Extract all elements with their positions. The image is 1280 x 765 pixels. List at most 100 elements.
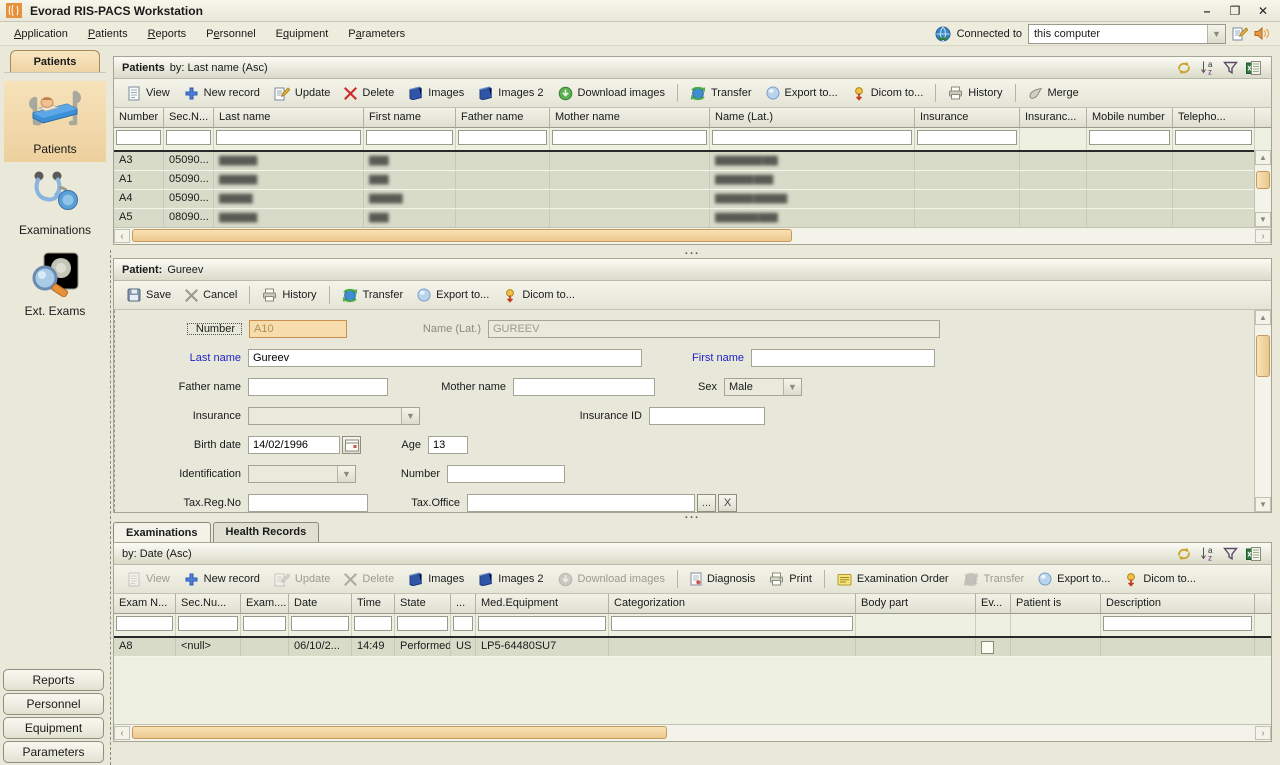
scroll-thumb[interactable]: [132, 229, 792, 242]
filter-input-exam-n[interactable]: [116, 616, 173, 631]
column-header-telepho[interactable]: Telepho...: [1173, 108, 1255, 128]
sidebar-button-reports[interactable]: Reports: [3, 669, 104, 691]
table-row[interactable]: A405090...██████████████████████ ███████: [114, 190, 1271, 209]
insurance-select[interactable]: ▼: [248, 407, 420, 425]
delete-button[interactable]: Delete: [337, 84, 401, 103]
chevron-down-icon[interactable]: ▼: [337, 466, 355, 482]
audio-icon[interactable]: [1254, 27, 1270, 40]
edit-connection-icon[interactable]: [1232, 26, 1248, 41]
chevron-down-icon[interactable]: ▼: [783, 379, 801, 395]
merge-button[interactable]: Merge: [1021, 84, 1086, 102]
filter-input-description[interactable]: [1103, 616, 1252, 631]
tab-examinations[interactable]: Examinations: [113, 522, 211, 543]
birth-date-field[interactable]: [248, 436, 340, 454]
filter-input-sec-nu[interactable]: [178, 616, 238, 631]
new-record-button[interactable]: New record: [177, 569, 267, 590]
filter-input-sec-n[interactable]: [166, 130, 211, 145]
tab-health-records[interactable]: Health Records: [213, 522, 320, 542]
filter-input-telepho[interactable]: [1175, 130, 1252, 145]
row-checkbox[interactable]: [981, 641, 994, 654]
update-button[interactable]: Update: [267, 83, 337, 104]
minimize-button[interactable]: –: [1200, 4, 1214, 18]
sex-select[interactable]: Male ▼: [724, 378, 802, 396]
column-header-exam-n[interactable]: Exam N...: [114, 594, 176, 614]
excel-icon[interactable]: [1246, 547, 1261, 561]
sidebar-tab-patients[interactable]: Patients: [10, 50, 100, 72]
sidebar-splitter[interactable]: [110, 250, 111, 765]
sidebar-item-examinations[interactable]: Examinations: [4, 162, 106, 243]
table-row[interactable]: A508090...█████████████████████ ████: [114, 209, 1271, 228]
scroll-right-icon[interactable]: ›: [1255, 229, 1271, 243]
cancel-button[interactable]: Cancel: [178, 286, 244, 305]
export-to-button[interactable]: Export to...: [1031, 569, 1117, 589]
id-number-field[interactable]: [447, 465, 565, 483]
column-header-patient-is[interactable]: Patient is: [1011, 594, 1101, 614]
menu-equipment[interactable]: Equipment: [266, 24, 339, 44]
mother-name-field[interactable]: [513, 378, 655, 396]
calendar-icon[interactable]: [342, 436, 361, 454]
column-header-insuranc[interactable]: Insuranc...: [1020, 108, 1087, 128]
column-header-ev[interactable]: Ev...: [976, 594, 1011, 614]
filter-input-last-name[interactable]: [216, 130, 361, 145]
filter-input-exam[interactable]: [243, 616, 286, 631]
restore-button[interactable]: ❐: [1228, 4, 1242, 18]
filter-input-father-name[interactable]: [458, 130, 547, 145]
father-name-field[interactable]: [248, 378, 388, 396]
insurance-id-field[interactable]: [649, 407, 765, 425]
scroll-thumb[interactable]: [1256, 335, 1270, 377]
table-row[interactable]: A8<null>06/10/2...14:49PerformedUSLP5-64…: [114, 636, 1271, 657]
images-2-button[interactable]: Images 2: [471, 83, 550, 103]
filter-input-med-equipment[interactable]: [478, 616, 606, 631]
filter-icon[interactable]: [1223, 547, 1238, 560]
export-to-button[interactable]: Export to...: [410, 285, 496, 305]
print-button[interactable]: Print: [762, 569, 819, 589]
column-header-first-name[interactable]: First name: [364, 108, 456, 128]
scroll-thumb[interactable]: [1256, 171, 1270, 189]
name-lat-field[interactable]: [488, 320, 940, 338]
history-button[interactable]: History: [255, 285, 323, 305]
sidebar-button-equipment[interactable]: Equipment: [3, 717, 104, 739]
menu-personnel[interactable]: Personnel: [196, 24, 266, 44]
column-header-name-lat[interactable]: Name (Lat.): [710, 108, 915, 128]
download-images-button[interactable]: Download images: [551, 569, 672, 590]
filter-input-mobile-number[interactable]: [1089, 130, 1170, 145]
column-header-body-part[interactable]: Body part: [856, 594, 976, 614]
scroll-left-icon[interactable]: ‹: [114, 726, 130, 740]
table-row[interactable]: A305090...██████████████████████ ███: [114, 150, 1271, 171]
column-header-exam[interactable]: Exam....: [241, 594, 289, 614]
sidebar-item-patients[interactable]: Patients: [4, 81, 106, 162]
column-header-insurance[interactable]: Insurance: [915, 108, 1020, 128]
menu-parameters[interactable]: Parameters: [338, 24, 415, 44]
scroll-track[interactable]: [130, 229, 1255, 243]
filter-input-first-name[interactable]: [366, 130, 453, 145]
filter-input-mother-name[interactable]: [552, 130, 707, 145]
filter-input-state[interactable]: [397, 616, 448, 631]
transfer-button[interactable]: Transfer: [956, 569, 1032, 590]
column-header-mother-name[interactable]: Mother name: [550, 108, 710, 128]
filter-input-name-lat[interactable]: [712, 130, 912, 145]
download-images-button[interactable]: Download images: [551, 83, 672, 104]
age-field[interactable]: [428, 436, 468, 454]
sidebar-button-personnel[interactable]: Personnel: [3, 693, 104, 715]
column-header-med-equipment[interactable]: Med.Equipment: [476, 594, 609, 614]
last-name-field[interactable]: [248, 349, 642, 367]
column-header-last-name[interactable]: Last name: [214, 108, 364, 128]
column-header-date[interactable]: Date: [289, 594, 352, 614]
scroll-up-icon[interactable]: ▲: [1255, 150, 1271, 165]
close-button[interactable]: ✕: [1256, 4, 1270, 18]
transfer-button[interactable]: Transfer: [335, 285, 411, 306]
save-button[interactable]: Save: [120, 285, 178, 305]
sort-az-icon[interactable]: az: [1200, 546, 1215, 561]
images-2-button[interactable]: Images 2: [471, 569, 550, 589]
dicom-to-button[interactable]: Dicom to...: [845, 83, 931, 104]
column-header-state[interactable]: State: [395, 594, 451, 614]
filter-input-[interactable]: [453, 616, 473, 631]
scroll-track[interactable]: [1256, 325, 1270, 497]
filter-input-time[interactable]: [354, 616, 392, 631]
images-button[interactable]: Images: [401, 569, 471, 589]
menu-application[interactable]: Application: [4, 24, 78, 44]
view-button[interactable]: View: [120, 83, 177, 104]
column-header-sec-nu[interactable]: Sec.Nu...: [176, 594, 241, 614]
menu-reports[interactable]: Reports: [138, 24, 197, 44]
filter-input-insurance[interactable]: [917, 130, 1017, 145]
